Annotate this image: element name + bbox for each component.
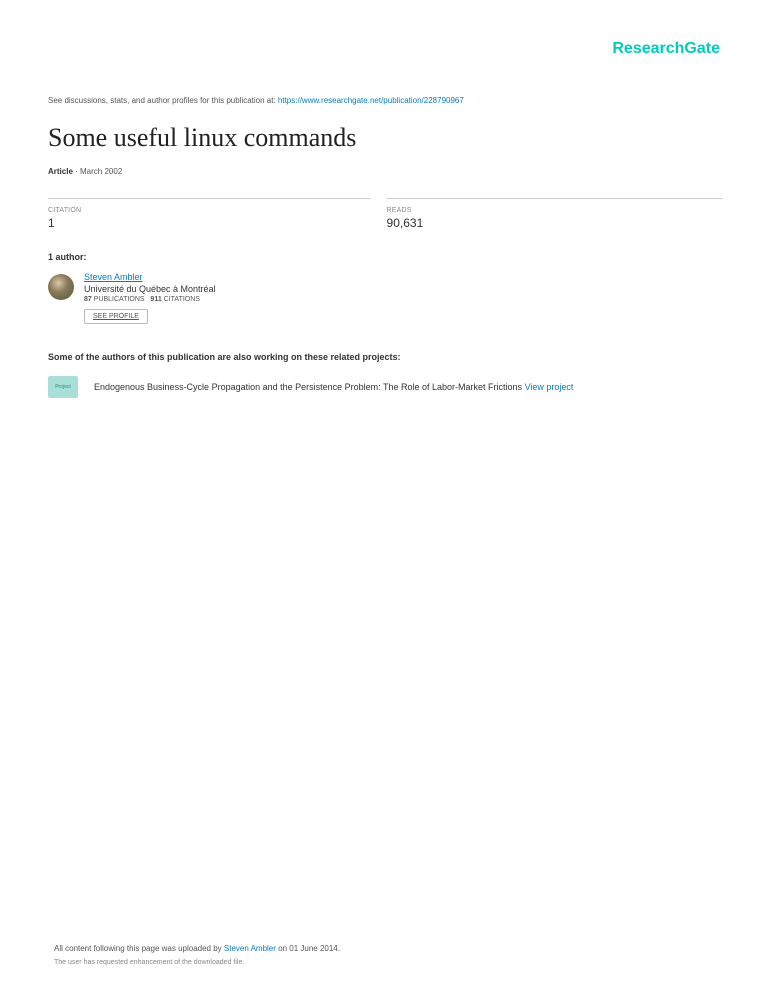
discussions-text: See discussions, stats, and author profi… <box>48 96 720 105</box>
citation-value: 1 <box>48 216 371 230</box>
researchgate-logo[interactable]: ResearchGate <box>48 40 720 58</box>
reads-label: READS <box>387 207 723 214</box>
author-affiliation: Université du Québec à Montréal <box>84 284 216 294</box>
footer-author-link[interactable]: Steven Ambler <box>224 944 276 953</box>
author-name-link[interactable]: Steven Ambler <box>84 272 216 282</box>
see-profile-button[interactable]: SEE PROFILE <box>84 309 148 324</box>
stats-row: CITATION 1 READS 90,631 <box>48 198 720 230</box>
article-type: Article <box>48 167 73 176</box>
publication-title: Some useful linux commands <box>48 123 720 153</box>
author-row: Steven Ambler Université du Québec à Mon… <box>48 272 720 324</box>
footer: All content following this page was uplo… <box>54 944 720 966</box>
reads-block: READS 90,631 <box>387 198 723 230</box>
footer-upload-note: All content following this page was uplo… <box>54 944 720 953</box>
citation-label: CITATION <box>48 207 371 214</box>
article-meta: Article · March 2002 <box>48 167 720 176</box>
related-projects-label: Some of the authors of this publication … <box>48 352 720 362</box>
footer-enhancement-note: The user has requested enhancement of th… <box>54 959 720 966</box>
citation-block: CITATION 1 <box>48 198 371 230</box>
project-text: Endogenous Business-Cycle Propagation an… <box>94 382 573 392</box>
reads-value: 90,631 <box>387 216 723 230</box>
author-stats: 87 PUBLICATIONS 911 CITATIONS <box>84 296 216 303</box>
author-avatar[interactable] <box>48 274 74 300</box>
publication-link[interactable]: https://www.researchgate.net/publication… <box>278 96 464 105</box>
view-project-link[interactable]: View project <box>525 382 574 392</box>
discussions-prefix: See discussions, stats, and author profi… <box>48 96 278 105</box>
authors-count-label: 1 author: <box>48 252 720 262</box>
project-row: Project Endogenous Business-Cycle Propag… <box>48 376 720 398</box>
project-badge-icon: Project <box>48 376 78 398</box>
project-title: Endogenous Business-Cycle Propagation an… <box>94 382 525 392</box>
article-date: March 2002 <box>80 167 122 176</box>
